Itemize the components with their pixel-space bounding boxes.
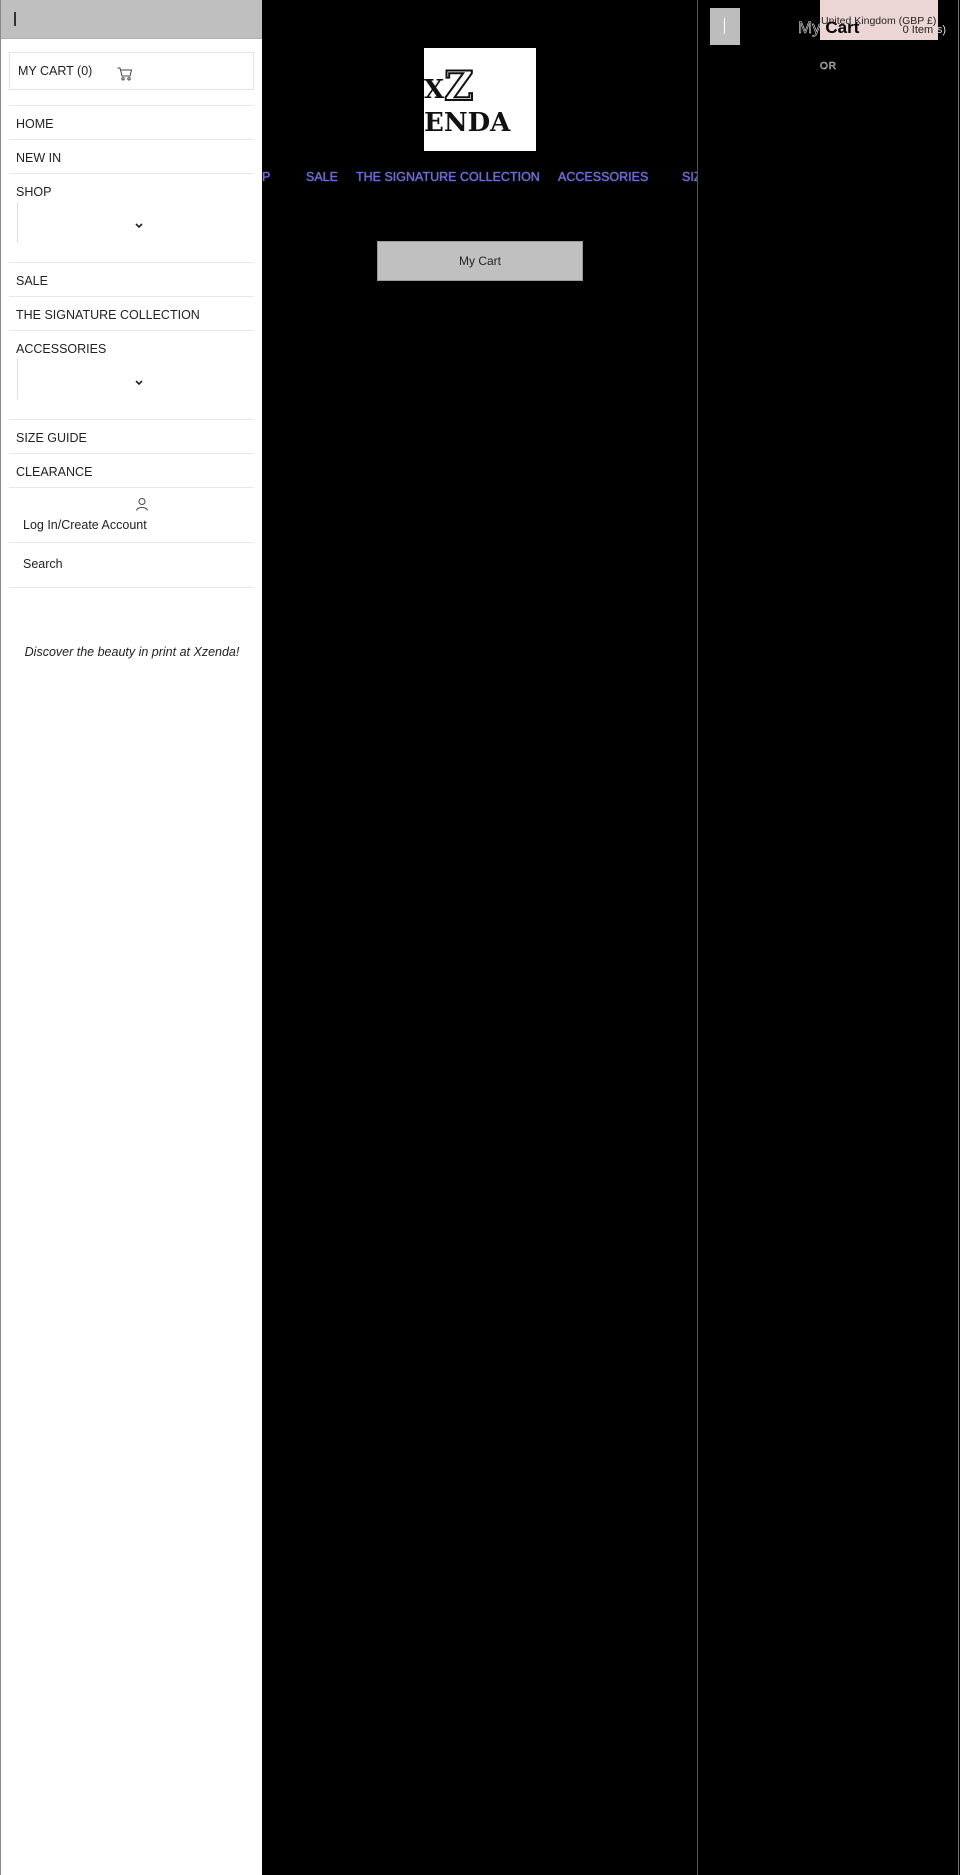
drawer-menu-item-home[interactable]: HOME [9, 105, 254, 139]
drawer-menu-item-size-guide[interactable]: SIZE GUIDE [9, 419, 254, 453]
login-label: Log In/Create Account [23, 518, 147, 532]
site-logo[interactable]: XZENDA [424, 48, 536, 151]
drawer-menu-item-shop[interactable]: SHOP [9, 173, 254, 262]
submenu-container [17, 359, 19, 399]
drawer-menu-item-new-in[interactable]: NEW IN [9, 139, 254, 173]
user-icon [135, 497, 149, 516]
cart-panel: My Cart United Kingdom (GBP £) 0 Item(s)… [697, 0, 959, 1875]
menu-item-label: ACCESSORIES [16, 342, 107, 356]
submenu-container [17, 202, 19, 242]
my-cart-button[interactable]: My Cart [377, 241, 583, 281]
chevron-down-icon[interactable] [133, 218, 145, 229]
cart-icon [117, 67, 133, 86]
menu-item-label: HOME [16, 117, 54, 131]
drawer-menu-item-accessories[interactable]: ACCESSORIES [9, 330, 254, 419]
drawer-menu-item-clearance[interactable]: CLEARANCE [9, 453, 254, 487]
nav-link-sale[interactable]: SALE [306, 170, 338, 184]
cart-item-count: 0 Item(s) [902, 24, 946, 36]
drawer-menu: HOME NEW IN SHOP SALE THE SIGNATURE COLL… [9, 105, 254, 588]
menu-item-label: THE SIGNATURE COLLECTION [16, 308, 200, 322]
drawer-cart-label: MY CART (0) [18, 64, 93, 78]
menu-item-label: NEW IN [16, 151, 62, 165]
nav-link-accessories[interactable]: ACCESSORIES [558, 170, 648, 184]
logo-wordmark: XZENDA [424, 62, 511, 138]
search-label: Search [23, 557, 63, 571]
drawer-cart-link[interactable]: MY CART (0) [9, 52, 254, 90]
drawer-close-icon[interactable] [14, 12, 16, 26]
menu-item-label: SHOP [16, 185, 52, 199]
divider [9, 587, 254, 588]
drawer-search-link[interactable]: Search [9, 542, 254, 587]
nav-link-shop[interactable]: P [262, 170, 270, 184]
drawer-menu-item-signature-collection[interactable]: THE SIGNATURE COLLECTION [9, 296, 254, 330]
menu-item-label: CLEARANCE [16, 465, 93, 479]
chevron-down-icon[interactable] [133, 375, 145, 386]
menu-item-label: SALE [16, 274, 48, 288]
mobile-menu-drawer: MY CART (0) HOME NEW IN SHOP SALE THE SI… [0, 0, 262, 1875]
cart-close-button[interactable] [710, 8, 740, 45]
login-create-account-link[interactable]: Log In/Create Account [9, 488, 254, 542]
menu-item-label: SIZE GUIDE [16, 431, 87, 445]
drawer-header [1, 0, 262, 39]
nav-link-signature-collection[interactable]: THE SIGNATURE COLLECTION [356, 170, 540, 184]
drawer-menu-item-sale[interactable]: SALE [9, 262, 254, 296]
drawer-tagline: Discover the beauty in print at Xzenda! [24, 645, 240, 659]
or-divider-text: OR [820, 61, 837, 73]
